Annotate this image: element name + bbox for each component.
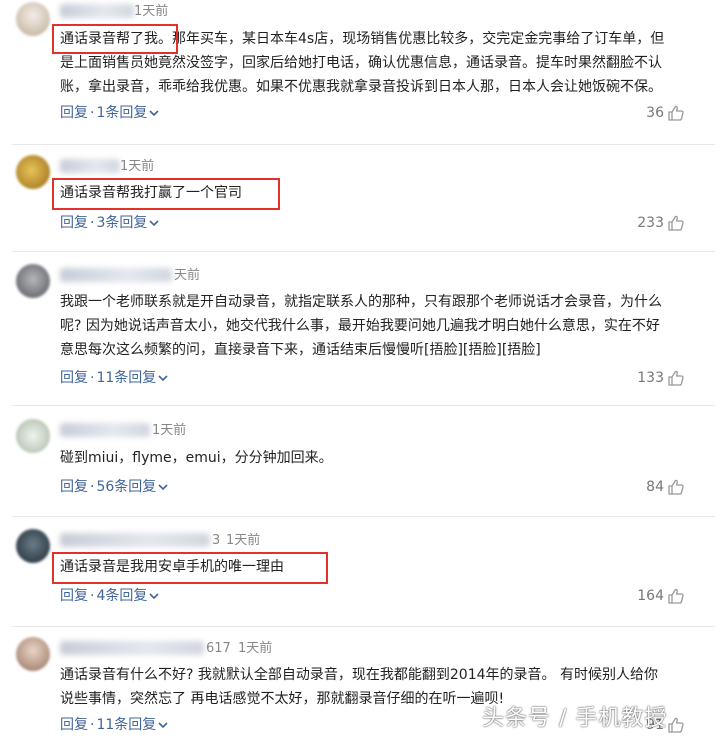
avatar[interactable] [16, 637, 50, 671]
chevron-down-icon[interactable] [149, 108, 159, 118]
divider [12, 516, 715, 517]
separator-dot: · [90, 370, 95, 386]
thumbs-up-icon[interactable] [667, 587, 685, 605]
reply-actions[interactable]: 回复 · 1条回复 [60, 104, 159, 122]
comment-time: 天前 [174, 268, 201, 283]
separator-dot: · [90, 105, 95, 121]
like-button[interactable]: 36 [646, 104, 685, 122]
reply-count-link[interactable]: 1条回复 [96, 104, 147, 122]
chevron-down-icon[interactable] [158, 373, 168, 383]
divider [12, 626, 715, 627]
thumbs-up-icon[interactable] [667, 478, 685, 496]
reply-actions[interactable]: 回复 · 11条回复 [60, 369, 168, 387]
comment-time: 1天前 [152, 423, 187, 438]
separator-dot: · [90, 717, 95, 733]
like-count: 233 [637, 215, 664, 231]
reply-button[interactable]: 回复 [60, 104, 88, 122]
reply-actions[interactable]: 回复 · 4条回复 [60, 587, 159, 605]
username-blurred[interactable] [60, 159, 120, 173]
comment-text: 我跟一个老师联系就是开自动录音，就指定联系人的那种，只有跟那个老师说话才会录音，… [60, 294, 662, 358]
comment-time: 1天前 [120, 159, 155, 174]
comment-text: 通话录音是我用安卓手机的唯一理由 [60, 559, 284, 575]
reply-button[interactable]: 回复 [60, 478, 88, 496]
separator-dot: · [90, 588, 95, 604]
chevron-down-icon[interactable] [158, 482, 168, 492]
thumbs-up-icon[interactable] [667, 369, 685, 387]
reply-actions[interactable]: 回复 · 3条回复 [60, 214, 159, 232]
reply-count-link[interactable]: 3条回复 [96, 214, 147, 232]
reply-button[interactable]: 回复 [60, 587, 88, 605]
comment-text: 碰到miui，flyme，emui，分分钟加回来。 [60, 450, 333, 466]
chevron-down-icon[interactable] [149, 591, 159, 601]
reply-button[interactable]: 回复 [60, 369, 88, 387]
username-blurred[interactable] [60, 533, 210, 547]
watermark: 头条号 / 手机教授 [482, 706, 668, 731]
reply-button[interactable]: 回复 [60, 716, 88, 734]
thumbs-up-icon[interactable] [667, 214, 685, 232]
like-button[interactable]: 233 [637, 214, 685, 232]
username-blurred[interactable] [60, 4, 134, 18]
divider [12, 144, 715, 145]
avatar[interactable] [16, 419, 50, 453]
like-button[interactable]: 84 [646, 478, 685, 496]
reply-count-link[interactable]: 4条回复 [96, 587, 147, 605]
separator-dot: · [90, 215, 95, 231]
divider [12, 251, 715, 252]
username-blurred[interactable] [60, 423, 150, 437]
separator-dot: · [90, 479, 95, 495]
divider [12, 405, 715, 406]
comment-time: 1天前 [226, 533, 261, 548]
reply-count-link[interactable]: 11条回复 [96, 716, 156, 734]
reply-count-link[interactable]: 11条回复 [96, 369, 156, 387]
avatar[interactable] [16, 155, 50, 189]
comment-time: 1天前 [134, 4, 169, 19]
like-count: 84 [646, 479, 664, 495]
comment-text: 通话录音帮了我。那年买车，某日本车4s店，现场销售优惠比较多，交完定金完事给了订… [60, 31, 665, 95]
username-suffix: 3 [212, 533, 221, 548]
like-button[interactable]: 133 [637, 369, 685, 387]
like-button[interactable]: 164 [637, 587, 685, 605]
username-blurred[interactable] [60, 268, 172, 282]
chevron-down-icon[interactable] [158, 720, 168, 730]
avatar[interactable] [16, 529, 50, 563]
username-blurred[interactable] [60, 641, 204, 655]
avatar[interactable] [16, 264, 50, 298]
chevron-down-icon[interactable] [149, 218, 159, 228]
like-count: 133 [637, 370, 664, 386]
reply-actions[interactable]: 回复 · 11条回复 [60, 716, 168, 734]
avatar[interactable] [16, 2, 50, 36]
thumbs-up-icon[interactable] [667, 716, 685, 734]
comment-time: 1天前 [238, 641, 273, 656]
like-count: 164 [637, 588, 664, 604]
reply-button[interactable]: 回复 [60, 214, 88, 232]
thumbs-up-icon[interactable] [667, 104, 685, 122]
username-suffix: 617 [206, 641, 231, 656]
reply-count-link[interactable]: 56条回复 [96, 478, 156, 496]
comment-text: 通话录音帮我打赢了一个官司 [60, 185, 242, 201]
reply-actions[interactable]: 回复 · 56条回复 [60, 478, 168, 496]
like-count: 36 [646, 105, 664, 121]
